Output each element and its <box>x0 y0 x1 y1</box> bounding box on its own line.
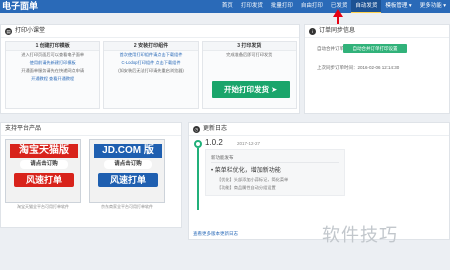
step-text: 进入打印页面后可以查看电子面单 <box>21 52 85 57</box>
timeline-line <box>197 148 199 210</box>
platform-logo: 淘宝天猫版 <box>10 144 78 158</box>
taobao-promo-image[interactable]: 淘宝天猫版 请点击订购 风速打单 <box>5 139 81 203</box>
panel-header: 支持平台产品 <box>1 123 181 136</box>
panel-header: ▤ 打印小课堂 <box>1 25 299 38</box>
auto-merge-label: 自动合并订单 <box>317 46 344 51</box>
step-link[interactable]: 开通教程 查看开通教程 <box>6 75 99 83</box>
last-sync-time: 上次同步订单时间：2016-02-06 12:14:30 <box>317 65 400 70</box>
auto-merge-settings-button[interactable]: 自动合并订单打印设置 <box>343 44 407 53</box>
timeline-dot-icon <box>194 140 202 148</box>
platform-caption: 淘宝天猫全平台可用打单软件 <box>17 204 69 209</box>
nav-item-auto-ship[interactable]: 自动发货 <box>351 0 382 13</box>
platform-card-jd[interactable]: JD.COM 版 请点击订购 风速打单 京东商家全平台可用打单软件 <box>89 139 165 210</box>
nav-item-template-manage[interactable]: 模板管理 ▾ <box>381 0 415 13</box>
step-title: 1 创建打印模板 <box>6 42 100 51</box>
step-print-ship: 3 打印发货 完成准备后即可打印发货 开始打印发货 ➤ <box>201 41 297 109</box>
nav-item-home[interactable]: 首页 <box>218 0 237 13</box>
info-icon: i <box>309 27 316 35</box>
platform-caption: 京东商家全平台可用打单软件 <box>101 204 153 209</box>
start-print-ship-button[interactable]: 开始打印发货 ➤ <box>211 81 290 98</box>
step-install-component: 2 安装打印组件 首次使用打印组件请点击下载组件 C-Lodop打印组件 点击下… <box>103 41 199 109</box>
nav-item-batch-print[interactable]: 批量打印 <box>267 0 297 13</box>
changelog-item: 【优化】头部添加小蒜标记，简化菜单 <box>217 177 289 182</box>
changelog-item: 【功能】商品属性自动分组设置 <box>217 185 276 190</box>
guide-steps: 1 创建打印模板 进入打印页面后可以查看电子面单 使用前请先新建打印模板 开通面… <box>5 41 297 109</box>
speed-print-label: 风速打单 <box>14 173 74 187</box>
panel-title: 订单同步信息 <box>319 27 356 34</box>
speed-print-label: 风速打单 <box>98 173 158 187</box>
button-label: 开始打印发货 <box>223 85 269 94</box>
order-tag: 请点击订购 <box>20 160 68 169</box>
print-guide-panel: ▤ 打印小课堂 1 创建打印模板 进入打印页面后可以查看电子面单 使用前请先新建… <box>0 24 300 114</box>
step-text: (如安装后无法打印请先重启浏览器) <box>118 68 184 73</box>
panel-header: i 订单同步信息 <box>305 25 449 38</box>
view-more-changelog-link[interactable]: 查看更多版本更新日志 <box>193 231 238 237</box>
nav-item-more-features[interactable]: 更多功能 ▾ <box>416 0 450 13</box>
step-link[interactable]: 使用前请先新建打印模板 <box>6 59 99 67</box>
app-title: 电子面单 <box>2 1 39 11</box>
changelog-main-item: • 菜单栏优化，增加新功能 <box>211 168 281 174</box>
step-create-template: 1 创建打印模板 进入打印页面后可以查看电子面单 使用前请先新建打印模板 开通面… <box>5 41 101 109</box>
send-icon: ➤ <box>271 85 278 94</box>
panel-title: 打印小课堂 <box>15 27 46 34</box>
step-text: 开通面单服务请先在快递网点申请 <box>21 68 85 73</box>
platform-card-taobao[interactable]: 淘宝天猫版 请点击订购 风速打单 淘宝天猫全平台可用打单软件 <box>5 139 81 210</box>
guide-icon: ▤ <box>5 27 12 35</box>
version-number: 1.0.2 <box>205 138 223 147</box>
panel-header: ◷ 更新日志 <box>189 123 449 136</box>
step-title: 2 安装打印组件 <box>104 42 198 51</box>
step-link[interactable]: C-Lodop打印组件 点击下载组件 <box>104 59 197 67</box>
top-nav-bar: 电子面单 首页 打印发货 批量打印 自由打印 已发货 自动发货 模板管理 ▾ 更… <box>0 0 450 13</box>
nav-item-print-ship[interactable]: 打印发货 <box>237 0 267 13</box>
changelog-subtitle: 新功能发布 <box>211 153 339 163</box>
clock-icon: ◷ <box>193 125 200 133</box>
changelog-panel: ◷ 更新日志 1.0.2 2017-12-27 新功能发布 • 菜单栏优化，增加… <box>188 122 450 240</box>
nav-item-free-print[interactable]: 自由打印 <box>297 0 327 13</box>
step-title: 3 打印发货 <box>202 42 296 51</box>
panel-title: 更新日志 <box>203 125 228 132</box>
order-sync-panel: i 订单同步信息 自动合并订单 自动合并订单打印设置 上次同步订单时间：2016… <box>304 24 450 114</box>
version-date: 2017-12-27 <box>237 141 261 146</box>
step-text: 完成准备后即可打印发货 <box>226 52 273 57</box>
changelog-entry: 新功能发布 • 菜单栏优化，增加新功能 【优化】头部添加小蒜标记，简化菜单 【功… <box>205 149 345 196</box>
platform-logo: JD.COM 版 <box>94 144 162 158</box>
supported-platforms-panel: 支持平台产品 淘宝天猫版 请点击订购 风速打单 淘宝天猫全平台可用打单软件 JD… <box>0 122 182 228</box>
step-link[interactable]: 首次使用打印组件请点击下载组件 <box>104 51 197 59</box>
jd-promo-image[interactable]: JD.COM 版 请点击订购 风速打单 <box>89 139 165 203</box>
panel-title: 支持平台产品 <box>5 125 42 132</box>
watermark-text: 软件技巧 <box>322 225 398 245</box>
order-tag: 请点击订购 <box>104 160 152 169</box>
